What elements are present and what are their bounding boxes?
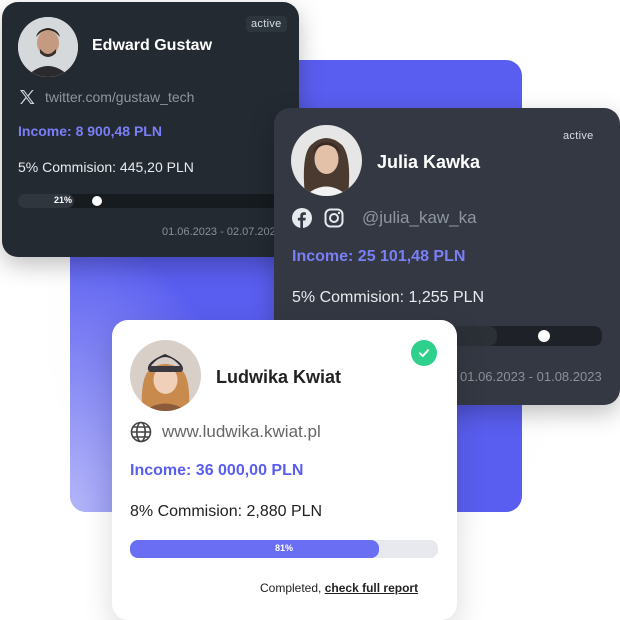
avatar-portrait-image: [291, 125, 362, 196]
avatar: [291, 125, 362, 196]
progress-knob: [92, 196, 102, 206]
affiliate-card-edward[interactable]: Edward Gustaw active twitter.com/gustaw_…: [2, 2, 299, 257]
progress-knob: [538, 330, 550, 342]
avatar: [18, 17, 78, 77]
avatar: [130, 340, 201, 411]
check-report-link[interactable]: check full report: [325, 581, 418, 595]
progress-label: 81%: [274, 543, 293, 553]
completed-status: Completed, check full report: [260, 581, 418, 595]
commission-value: 8% Commision: 2,880 PLN: [130, 503, 323, 520]
progress-label: 21%: [53, 195, 72, 205]
facebook-icon[interactable]: [292, 208, 312, 228]
date-range: 01.06.2023 - 02.07.2023: [162, 226, 282, 238]
check-icon: [411, 340, 437, 366]
status-badge: active: [563, 130, 594, 142]
income-value: Income: 25 101,48 PLN: [292, 248, 466, 265]
status-badge: active: [246, 16, 287, 32]
social-handle-link[interactable]: twitter.com/gustaw_tech: [45, 89, 194, 105]
progress-bar: 81%: [130, 540, 438, 558]
income-value: Income: 36 000,00 PLN: [130, 462, 304, 479]
commission-value: 5% Commision: 445,20 PLN: [18, 159, 194, 175]
affiliate-name: Julia Kawka: [377, 152, 481, 172]
income-value: Income: 8 900,48 PLN: [18, 123, 162, 139]
commission-value: 5% Commision: 1,255 PLN: [292, 289, 485, 306]
affiliate-name: Edward Gustaw: [92, 37, 213, 54]
avatar-portrait-image: [18, 17, 78, 77]
affiliate-name: Ludwika Kwiat: [216, 367, 342, 387]
social-handle-link[interactable]: @julia_kaw_ka: [362, 208, 477, 228]
avatar-portrait-image: [130, 340, 201, 411]
progress-bar: 21%: [18, 194, 284, 208]
affiliate-card-ludwika[interactable]: Ludwika Kwiat www.ludwika.kwiat.pl Incom…: [112, 320, 457, 620]
date-range: 01.06.2023 - 01.08.2023: [460, 369, 602, 384]
completed-text: Completed,: [260, 581, 322, 595]
instagram-icon[interactable]: [324, 208, 344, 228]
x-twitter-icon[interactable]: [18, 88, 36, 106]
globe-icon: [130, 421, 152, 443]
website-link[interactable]: www.ludwika.kwiat.pl: [162, 422, 321, 442]
